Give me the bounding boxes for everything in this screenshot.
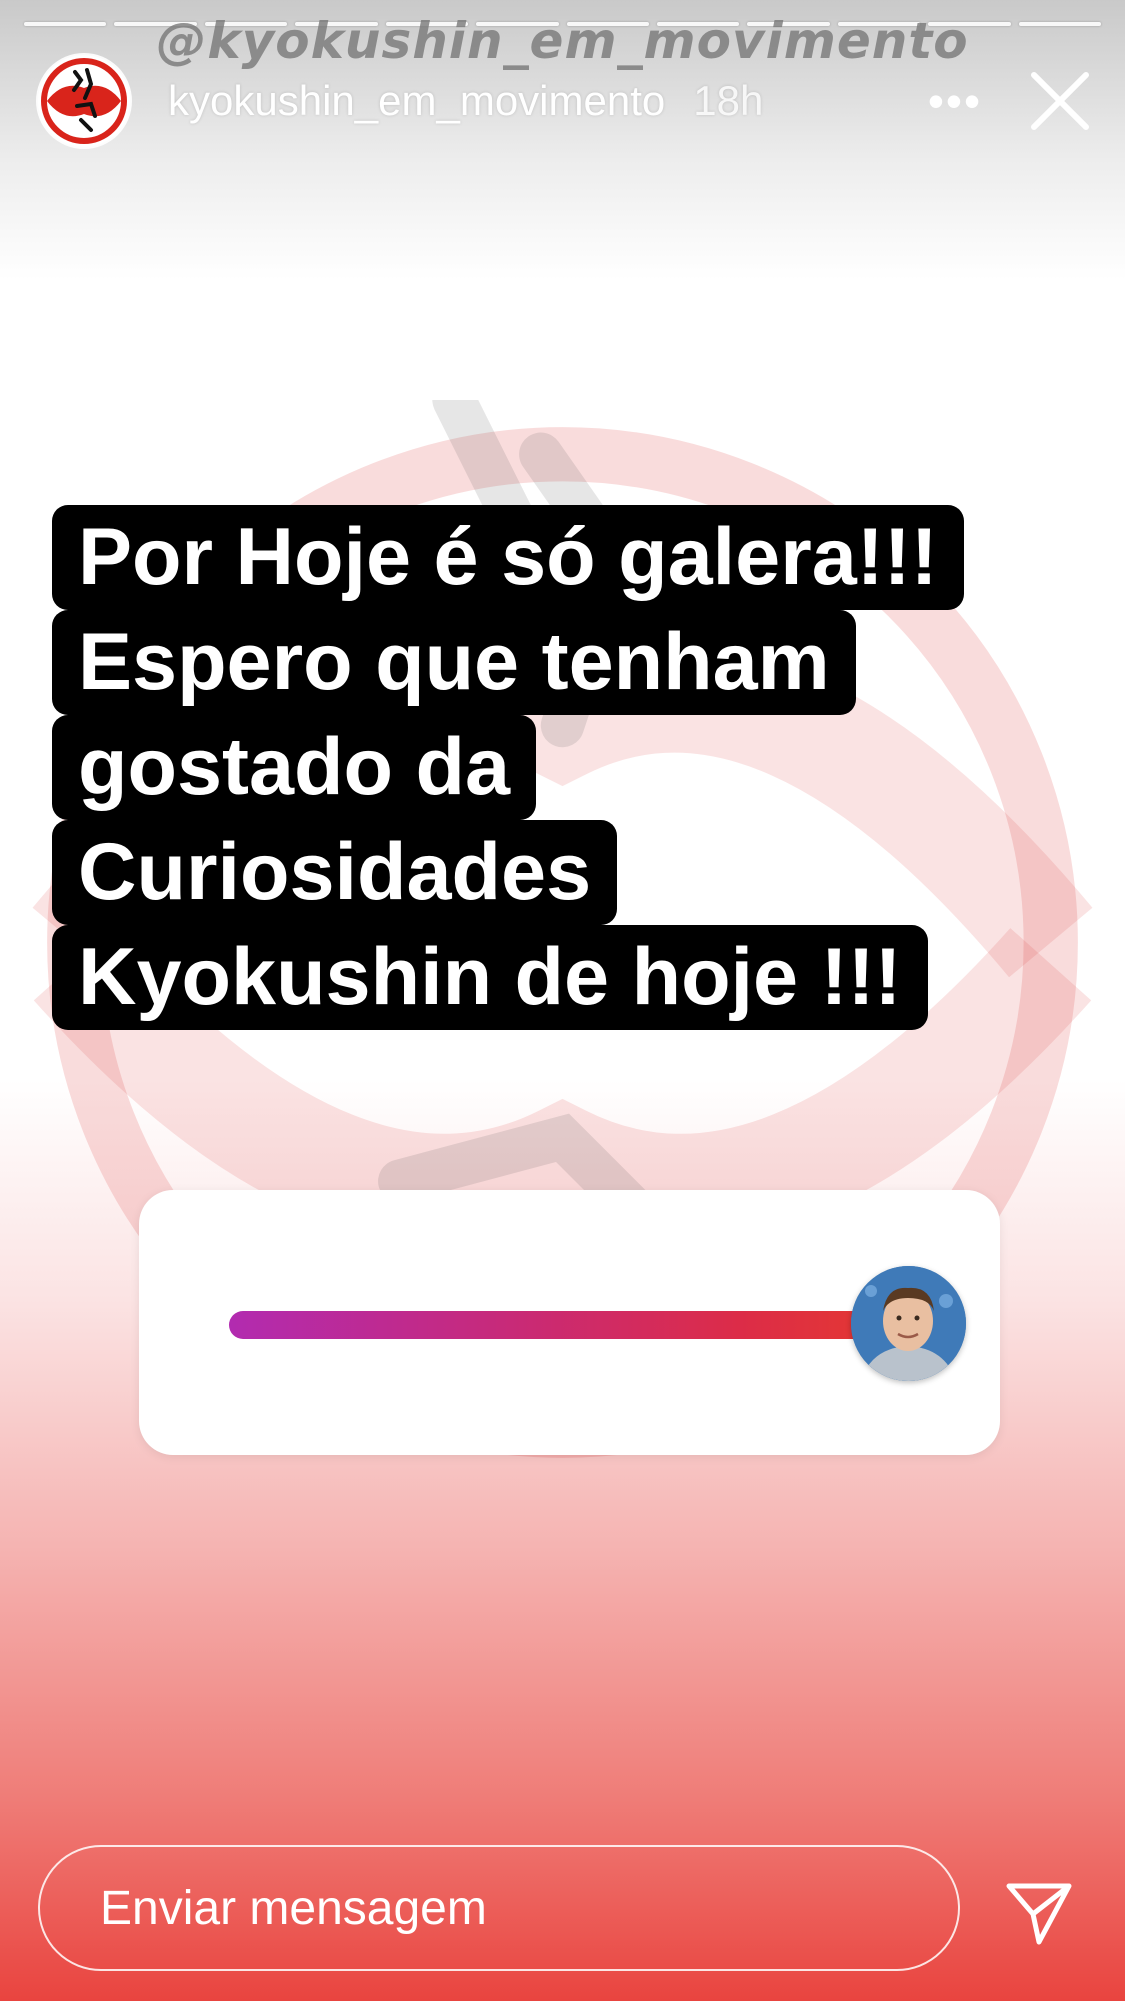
- caption-line: Por Hoje é só galera!!!: [52, 505, 964, 610]
- kyokushin-kanji-logo-icon: [41, 58, 127, 144]
- send-message-input[interactable]: Enviar mensagem: [38, 1845, 960, 1971]
- caption-line: Curiosidades: [52, 820, 618, 925]
- profile-avatar[interactable]: [38, 55, 130, 147]
- caption-line: Kyokushin de hoje !!!: [52, 925, 928, 1030]
- story-caption: Por Hoje é só galera!!! Espero que tenha…: [52, 505, 964, 1030]
- story-header: kyokushin_em_movimento 18h •••: [38, 55, 1095, 147]
- send-button[interactable]: [1003, 1876, 1075, 1948]
- story-username[interactable]: kyokushin_em_movimento: [168, 77, 665, 125]
- close-icon: [1031, 72, 1089, 130]
- slider-track[interactable]: [229, 1311, 909, 1339]
- person-photo-icon: [851, 1266, 966, 1381]
- send-icon: [1006, 1883, 1072, 1945]
- close-button[interactable]: [1025, 66, 1095, 136]
- slider-thumb-avatar[interactable]: [851, 1266, 966, 1381]
- caption-line: gostado da: [52, 715, 537, 820]
- caption-line: Espero que tenham: [52, 610, 856, 715]
- more-options-button[interactable]: •••: [925, 71, 985, 131]
- story-timestamp: 18h: [693, 77, 764, 124]
- emoji-slider-sticker[interactable]: [139, 1190, 1000, 1455]
